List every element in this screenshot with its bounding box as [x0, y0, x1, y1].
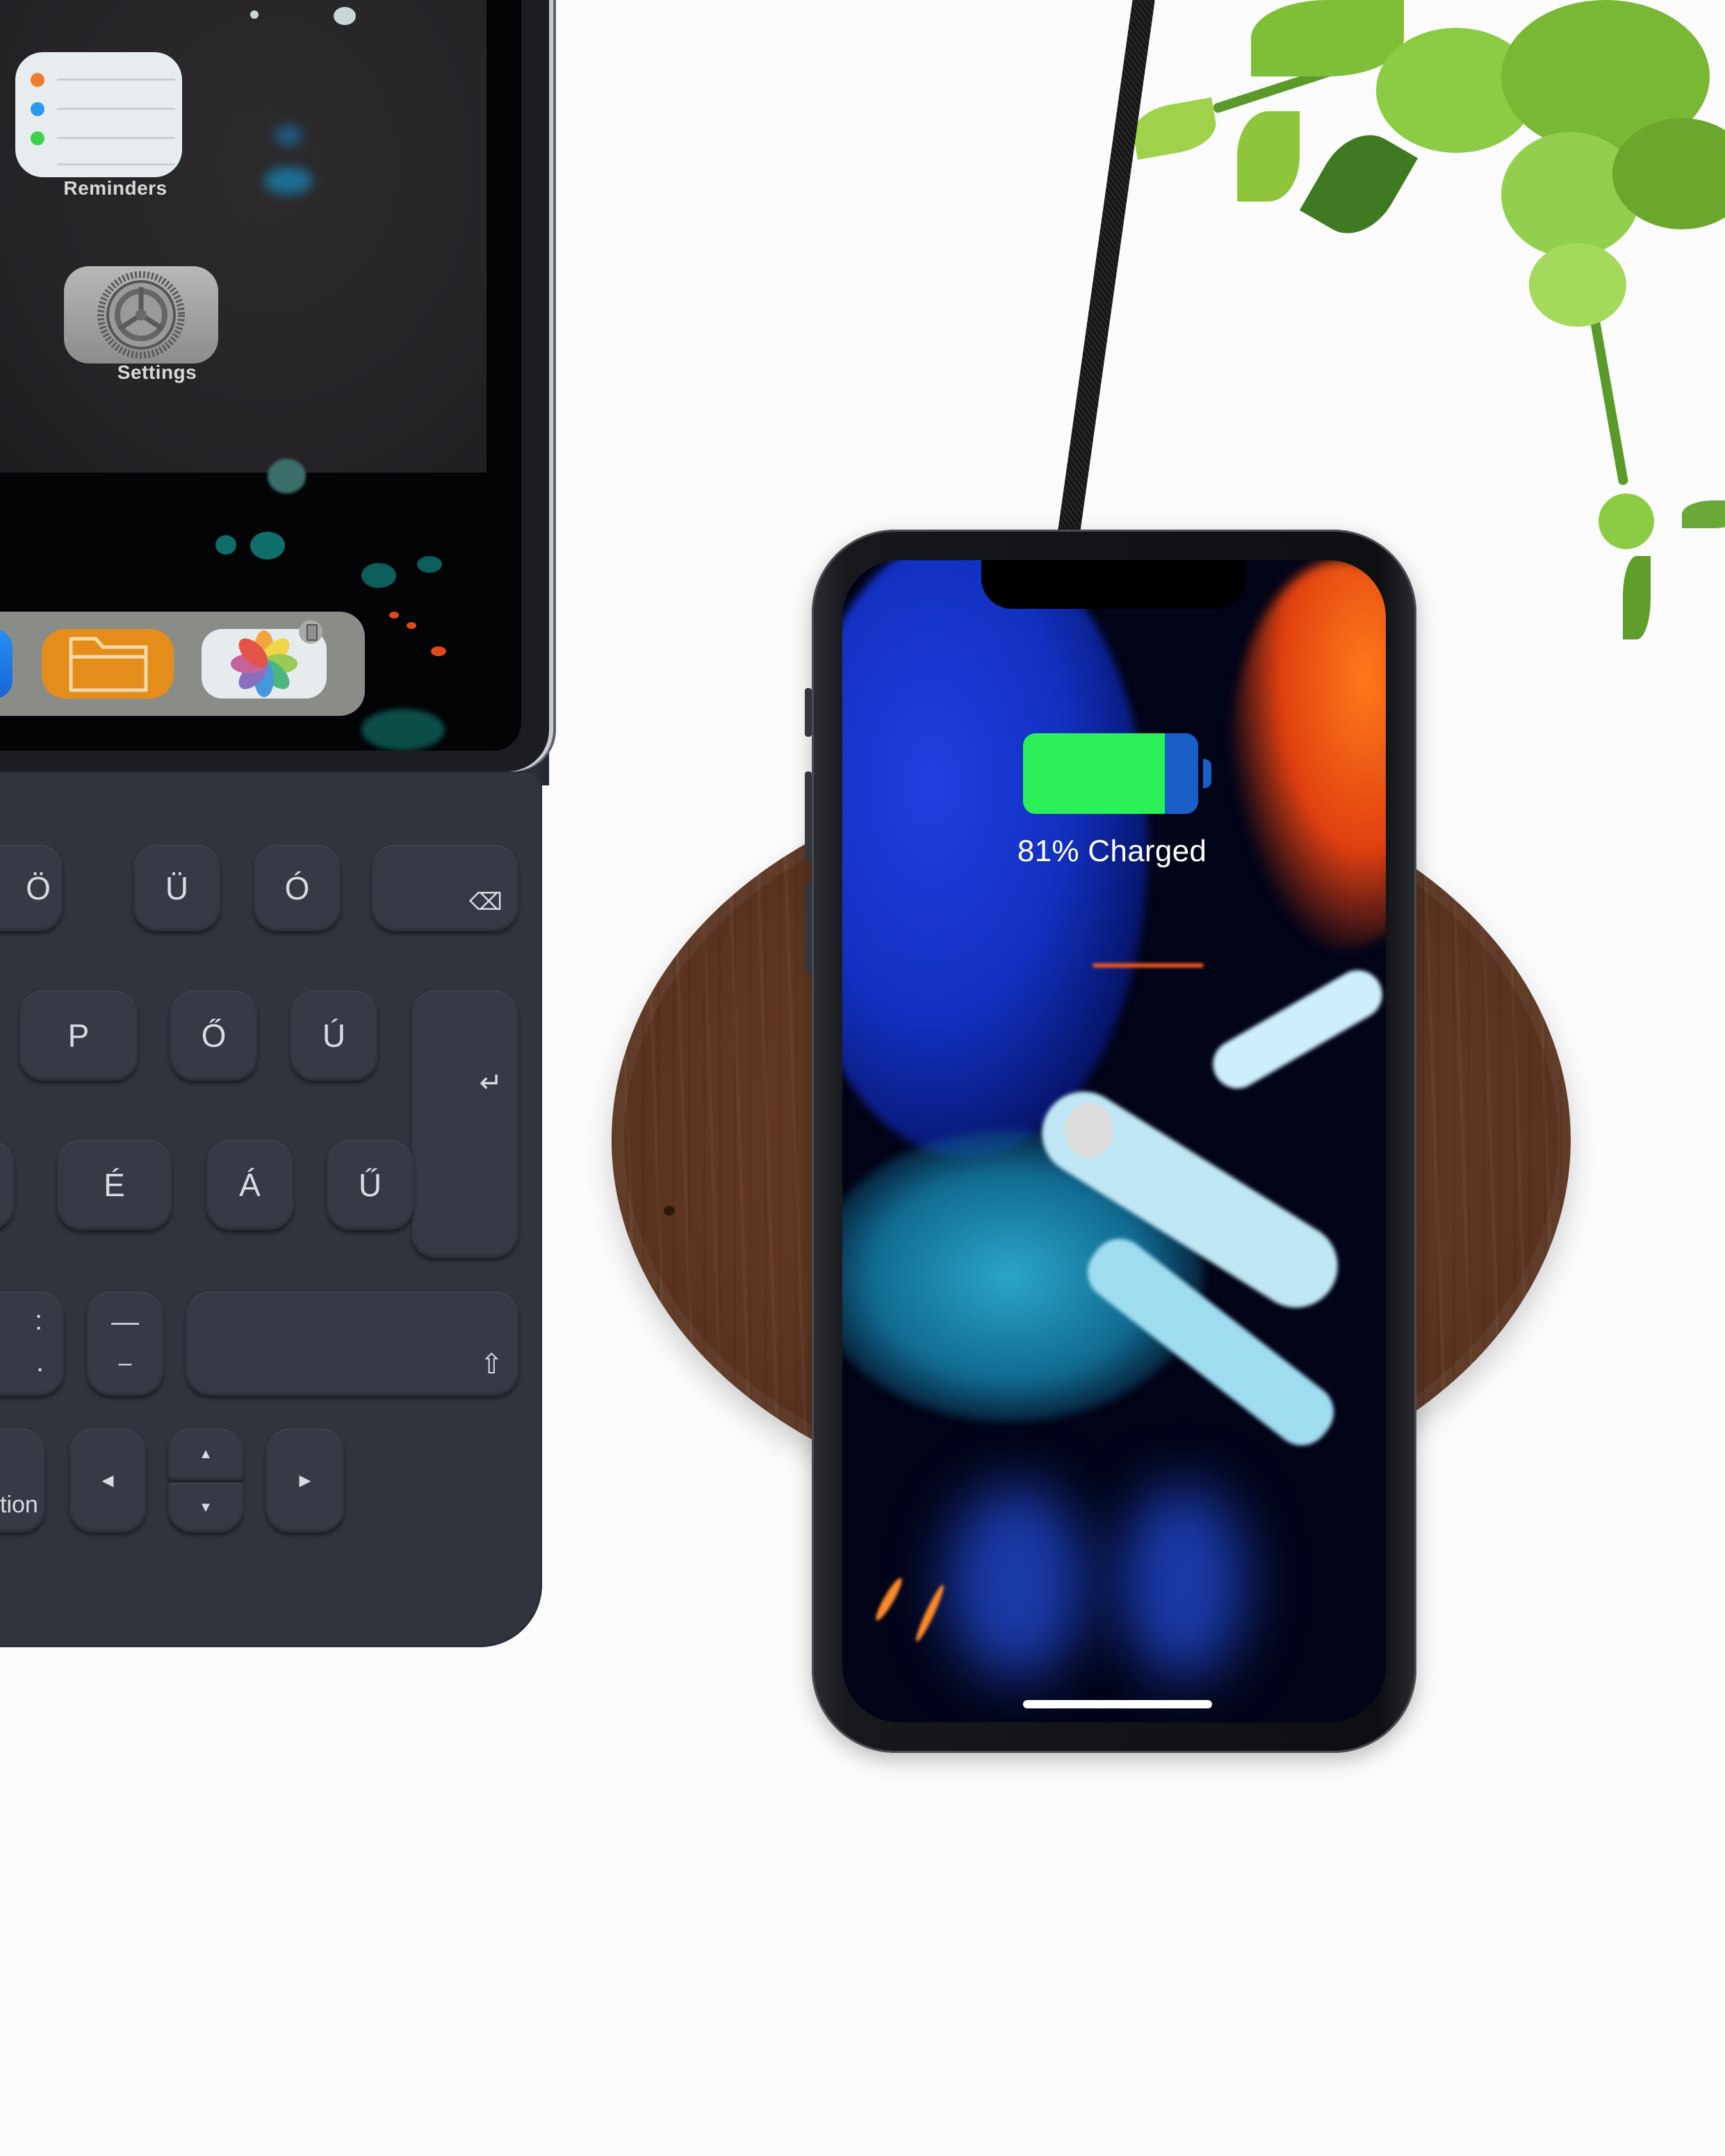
plant-leaf [1251, 0, 1404, 76]
key-label: É [104, 1167, 125, 1203]
wallpaper-orange-region [1232, 560, 1386, 949]
home-indicator[interactable] [1023, 1700, 1212, 1708]
key-p[interactable]: P [19, 990, 138, 1081]
reminder-line [57, 79, 175, 81]
plant-leaf [1682, 500, 1725, 528]
wallpaper-dot [250, 532, 285, 560]
phone-silent-switch [805, 688, 812, 737]
phone-volume-up-button [805, 771, 812, 862]
wallpaper-blue-glow [1120, 1485, 1245, 1679]
settings-app-icon[interactable] [64, 266, 218, 364]
wallpaper-dot [407, 622, 416, 629]
arrow-left-icon: ◀ [101, 1471, 114, 1489]
reminder-line [57, 137, 175, 139]
key-label-bottom: – [118, 1350, 132, 1376]
folder-icon [69, 637, 148, 692]
reminder-line [57, 108, 175, 110]
wallpaper-dot [334, 7, 356, 25]
wallpaper-white-splash [1204, 961, 1386, 1097]
gear-icon [97, 271, 185, 359]
key-option[interactable]: tion [0, 1428, 45, 1533]
wallpaper-dot [417, 556, 442, 573]
key-label-top: : [35, 1305, 43, 1336]
phone-volume-down-button [805, 883, 812, 973]
key-label: P [67, 1018, 90, 1054]
settings-app-label[interactable]: Settings [67, 361, 247, 384]
key-e-acute[interactable]: É [57, 1140, 172, 1230]
plant-leaf [1623, 556, 1651, 639]
key-colon-period[interactable]: : . [0, 1291, 64, 1396]
key-label: tion [0, 1492, 38, 1518]
backspace-icon: ⌫ [468, 889, 502, 915]
wallpaper-orange-drop [913, 1583, 947, 1644]
wallpaper-dot [275, 125, 302, 146]
key-label: Ű [358, 1167, 382, 1203]
wallpaper-dot [264, 167, 313, 195]
key-arrow-right[interactable]: ▶ [266, 1428, 344, 1533]
reminder-dot-green [31, 131, 44, 145]
key-label: Á [239, 1167, 261, 1203]
battery-charge-fill [1023, 733, 1166, 814]
key-u-acute[interactable]: Ú [291, 990, 377, 1081]
reminder-line [57, 163, 175, 165]
wallpaper-rock [1065, 1102, 1113, 1158]
iphone-continuity-badge-icon [299, 620, 322, 644]
return-icon: ↵ [479, 1068, 502, 1098]
key-label-bottom: . [36, 1347, 44, 1378]
key-label: Ő [201, 1018, 227, 1054]
key-arrow-up[interactable]: ▲ [168, 1428, 243, 1480]
key-u-double-acute[interactable]: Ű [327, 1140, 414, 1230]
wallpaper-dot [361, 563, 396, 588]
plant-leaf [1529, 243, 1626, 327]
key-shift[interactable]: ⇧ [186, 1291, 518, 1396]
key-arrow-left[interactable]: ◀ [70, 1428, 146, 1533]
battery-tip [1203, 759, 1211, 788]
shift-icon: ⇧ [480, 1349, 503, 1380]
wallpaper-orange-drop [1093, 963, 1204, 967]
key-backspace[interactable]: ⌫ [372, 844, 518, 931]
arrow-down-icon: ▼ [199, 1499, 213, 1515]
reminder-dot-blue [31, 102, 44, 116]
arrow-right-icon: ▶ [299, 1471, 311, 1489]
wallpaper-dot [389, 612, 399, 619]
key-o-acute[interactable]: Ó [254, 844, 341, 931]
arrow-up-icon: ▲ [199, 1446, 213, 1462]
key-label: Ó [284, 869, 310, 906]
key-label: Ü [165, 869, 189, 906]
key-u-umlaut[interactable]: Ü [133, 844, 220, 931]
plant-leaf [1299, 120, 1419, 249]
wallpaper-dot [361, 709, 445, 751]
key-o-double-acute[interactable]: Ő [170, 990, 257, 1081]
key-return[interactable]: ↵ [411, 990, 518, 1258]
key-label: Ö [26, 869, 51, 906]
files-app-icon[interactable] [42, 629, 174, 699]
reminders-app-icon[interactable] [15, 52, 182, 177]
wallpaper-orange-drop [872, 1576, 906, 1623]
reminders-app-label[interactable]: Reminders [25, 177, 206, 199]
wallpaper-dot [215, 535, 236, 555]
wallpaper-blue-glow [947, 1485, 1086, 1679]
reminder-dot-orange [31, 73, 44, 87]
battery-icon [1023, 733, 1198, 814]
key-label-top: — [111, 1307, 139, 1337]
key-o-umlaut[interactable]: Ö [0, 844, 63, 931]
wood-knot [664, 1206, 675, 1216]
wallpaper-dot [250, 10, 259, 19]
key-dash-underscore[interactable]: — – [87, 1291, 163, 1396]
battery-status-text: 81% Charged [1017, 834, 1207, 868]
plant-leaf [1129, 97, 1220, 160]
wallpaper-dot [431, 646, 446, 656]
wallpaper-dot [268, 459, 306, 493]
phone-notch [981, 560, 1245, 609]
key-arrow-down[interactable]: ▼ [168, 1483, 243, 1533]
plant-bud [1599, 493, 1654, 549]
key-a-acute[interactable]: Á [206, 1140, 293, 1230]
key-label: Ú [322, 1018, 346, 1054]
plant-leaf [1237, 111, 1300, 202]
dock-app-partial-icon[interactable] [0, 629, 13, 699]
